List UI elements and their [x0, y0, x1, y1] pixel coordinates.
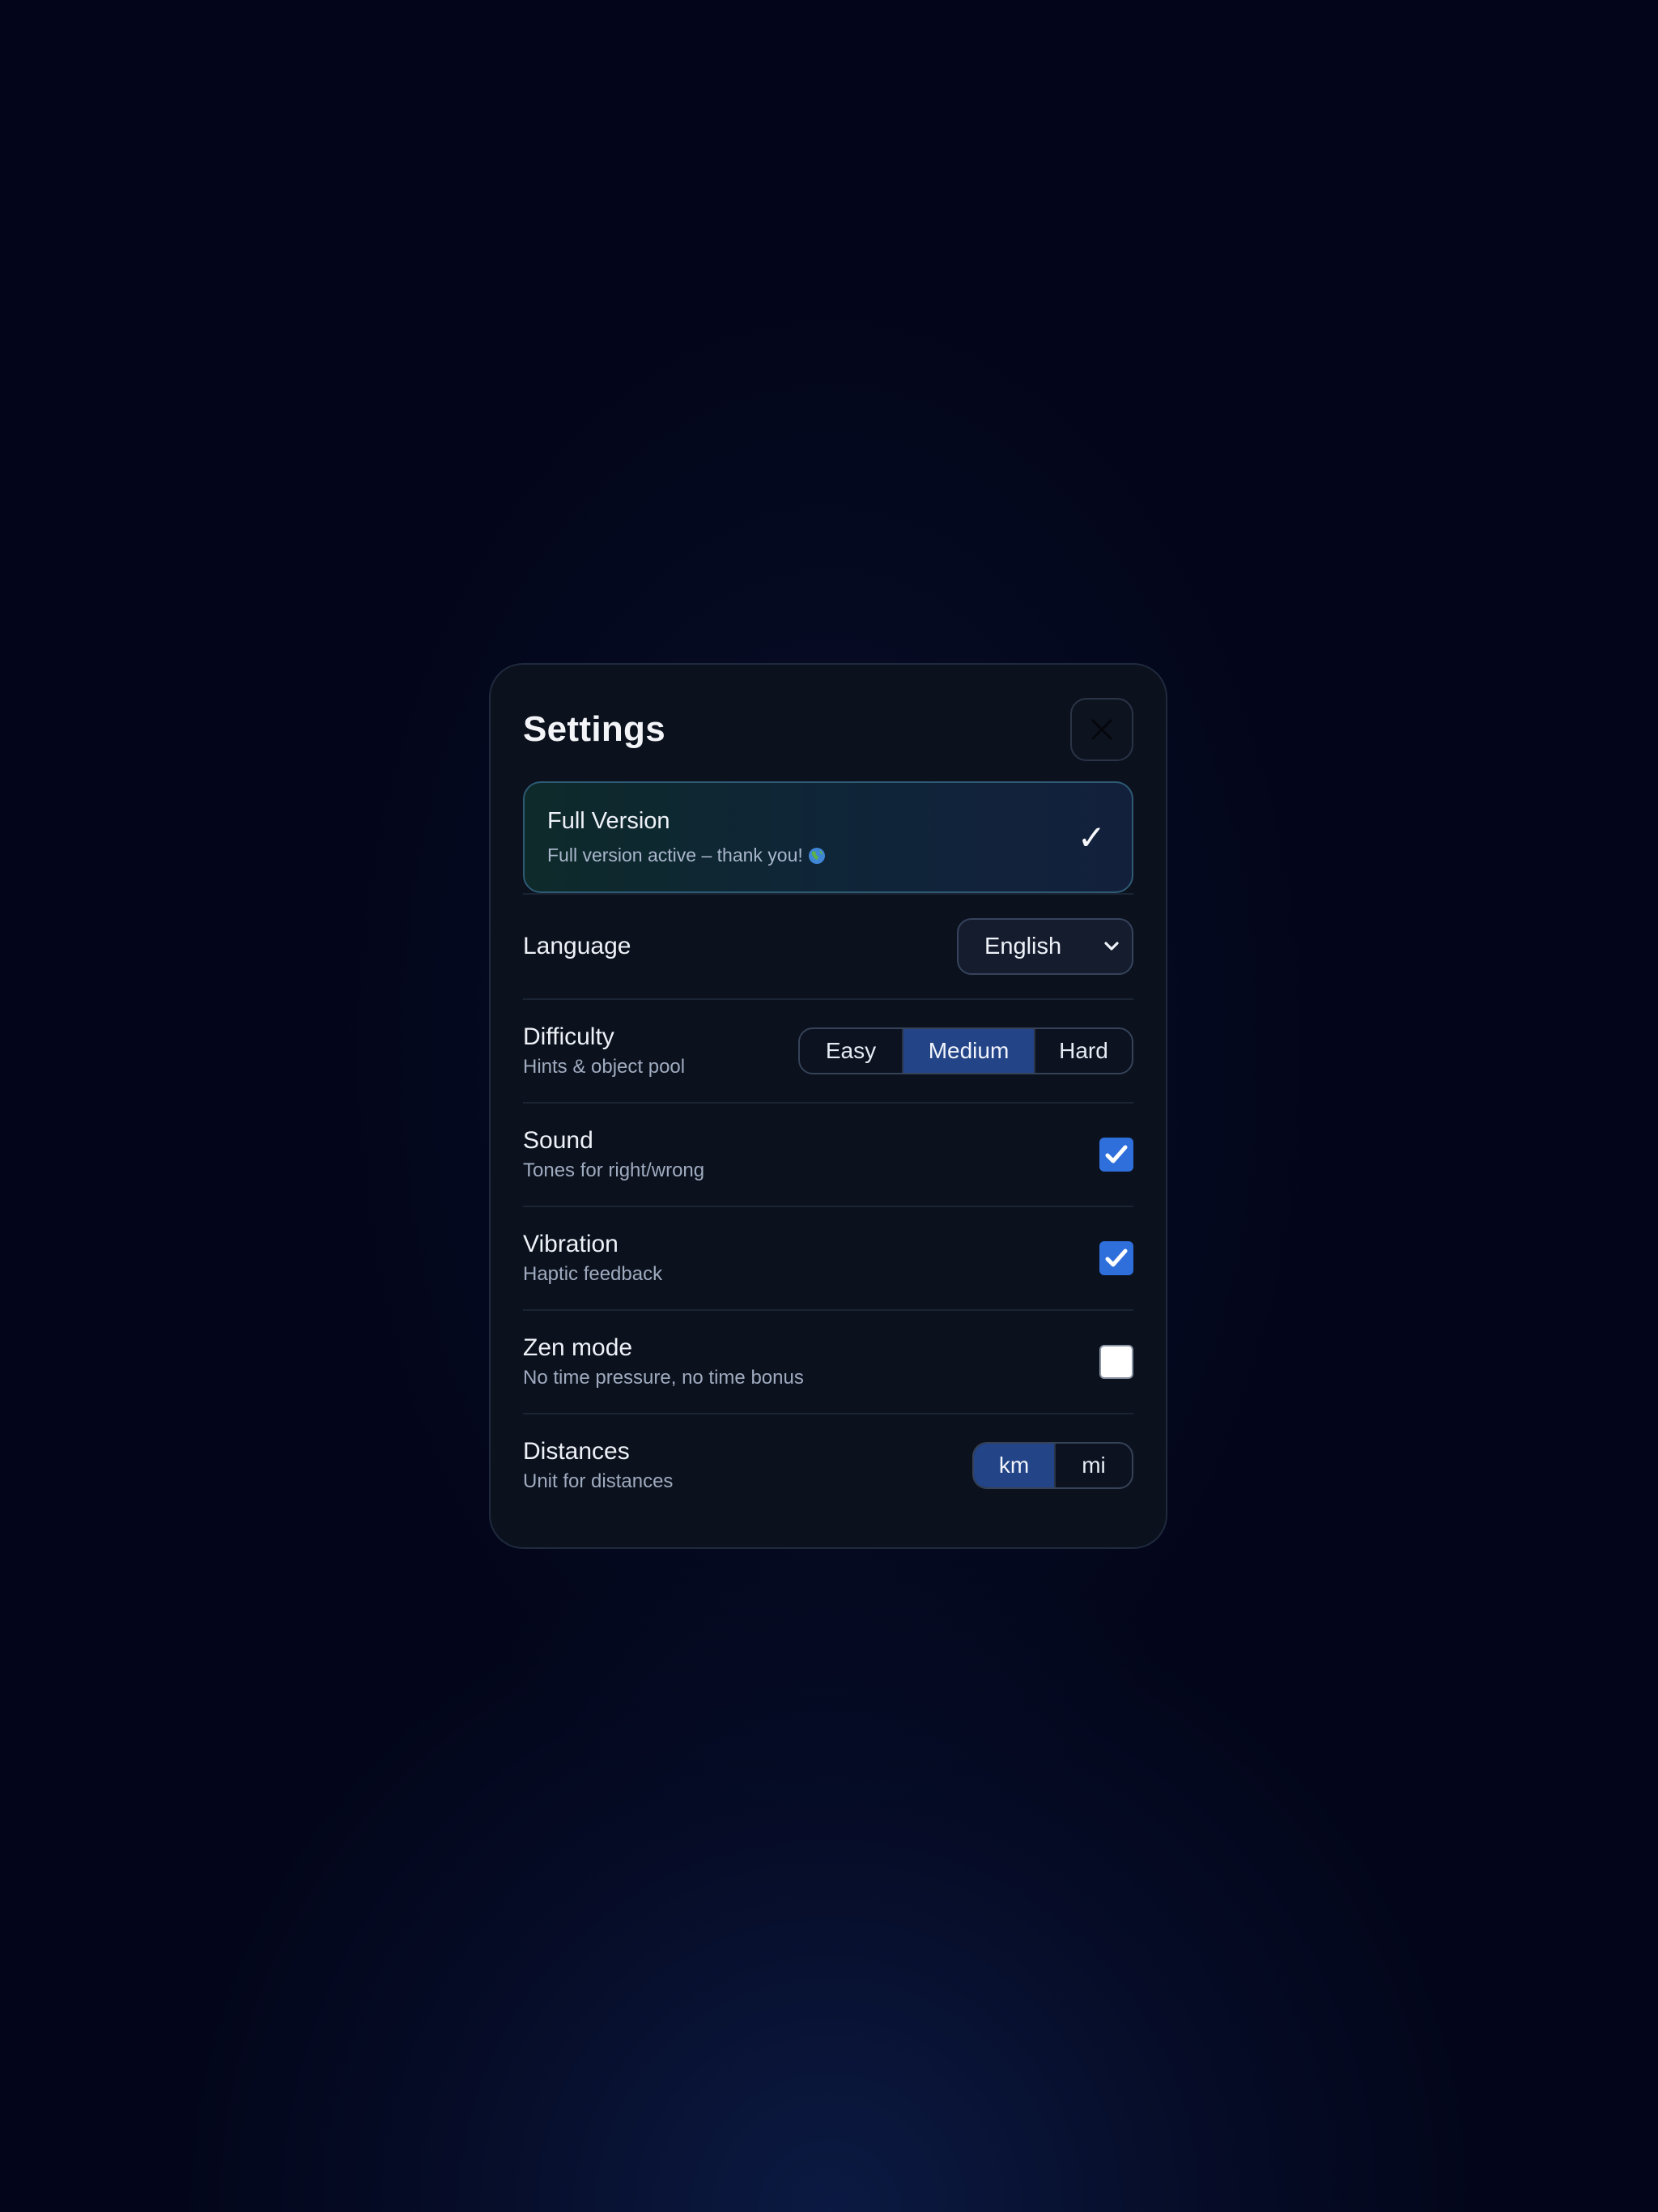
- distances-label: Distances: [523, 1438, 630, 1465]
- language-row: Language English: [523, 893, 1133, 998]
- difficulty-option-hard[interactable]: Hard: [1034, 1029, 1132, 1073]
- difficulty-row: Difficulty Hints & object pool Easy Medi…: [523, 998, 1133, 1102]
- difficulty-option-easy[interactable]: Easy: [800, 1029, 902, 1073]
- sound-row: Sound Tones for right/wrong: [523, 1102, 1133, 1206]
- full-version-card[interactable]: Full Version Full version active – thank…: [523, 781, 1133, 893]
- sound-label: Sound: [523, 1127, 593, 1154]
- active-check-icon: ✓: [1077, 817, 1106, 857]
- zen-mode-checkbox[interactable]: [1099, 1345, 1133, 1379]
- close-icon: [1091, 719, 1112, 740]
- difficulty-description: Hints & object pool: [523, 1056, 686, 1078]
- checkmark-icon: [1105, 1145, 1128, 1163]
- distances-description: Unit for distances: [523, 1470, 674, 1492]
- sound-checkbox[interactable]: [1099, 1138, 1133, 1172]
- zen-mode-label: Zen mode: [523, 1334, 633, 1361]
- vibration-label: Vibration: [523, 1231, 619, 1257]
- vibration-description: Haptic feedback: [523, 1263, 663, 1285]
- settings-dialog: Settings Full Version Full version activ…: [489, 663, 1167, 1549]
- sound-description: Tones for right/wrong: [523, 1159, 705, 1181]
- full-version-subtitle: Full version active – thank you!: [547, 844, 803, 866]
- checkmark-icon: [1105, 1249, 1128, 1267]
- language-select[interactable]: English: [957, 918, 1133, 975]
- vibration-checkbox[interactable]: [1099, 1241, 1133, 1275]
- globe-icon: [808, 847, 825, 864]
- zen-mode-row: Zen mode No time pressure, no time bonus: [523, 1309, 1133, 1413]
- difficulty-segmented-control: Easy Medium Hard: [798, 1027, 1133, 1074]
- difficulty-option-medium[interactable]: Medium: [902, 1029, 1034, 1073]
- dialog-header: Settings: [523, 697, 1133, 762]
- chevron-down-icon: [1104, 942, 1119, 951]
- language-selected-value: English: [984, 933, 1062, 959]
- vibration-row: Vibration Haptic feedback: [523, 1206, 1133, 1309]
- distances-row: Distances Unit for distances km mi: [523, 1413, 1133, 1516]
- close-button[interactable]: [1070, 698, 1133, 761]
- full-version-title: Full Version: [547, 808, 670, 834]
- unit-option-mi[interactable]: mi: [1054, 1444, 1132, 1487]
- zen-mode-description: No time pressure, no time bonus: [523, 1367, 804, 1389]
- unit-option-km[interactable]: km: [974, 1444, 1054, 1487]
- dialog-title: Settings: [523, 709, 665, 749]
- distance-unit-segmented-control: km mi: [972, 1442, 1133, 1489]
- language-label: Language: [523, 933, 631, 959]
- difficulty-label: Difficulty: [523, 1023, 614, 1050]
